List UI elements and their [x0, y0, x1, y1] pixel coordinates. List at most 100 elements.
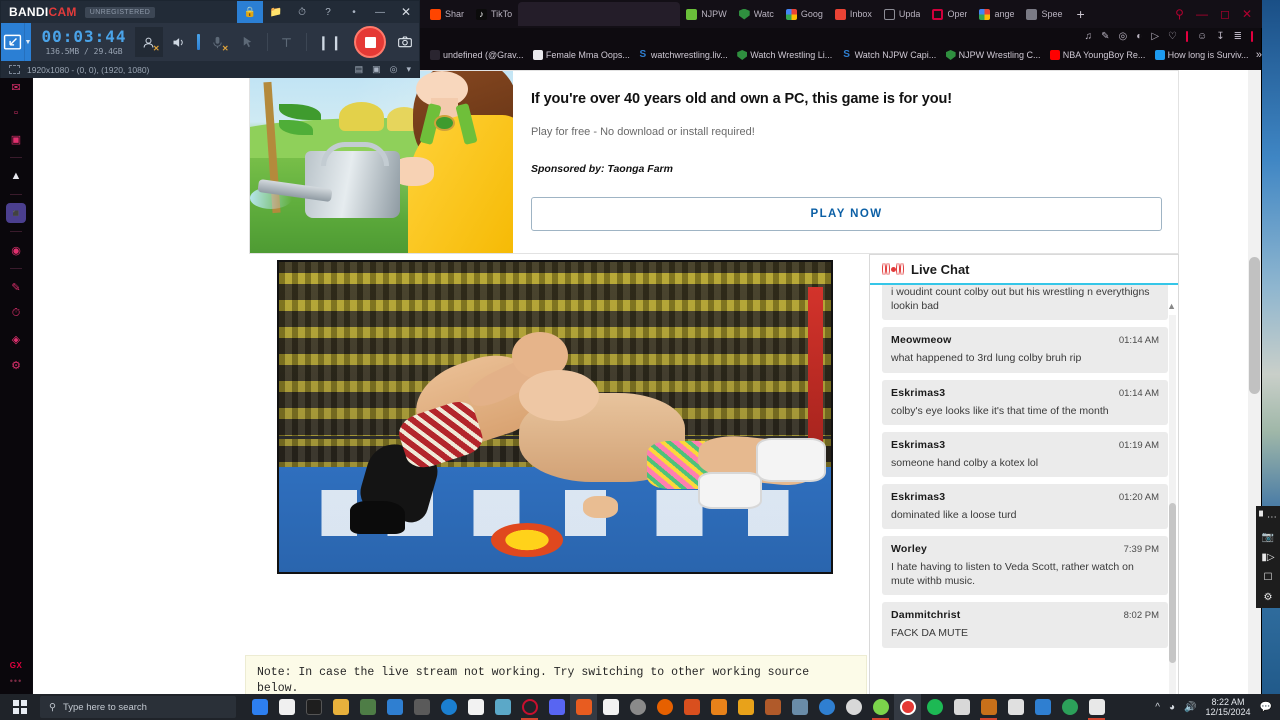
video-capture-icon[interactable]: ▤: [355, 64, 364, 75]
windows-start-icon[interactable]: [0, 694, 40, 720]
minimize-icon[interactable]: —: [367, 1, 393, 23]
sidebar-whatsapp-icon[interactable]: ▫: [6, 103, 26, 123]
profile-icon[interactable]: ☺: [1197, 31, 1207, 42]
bookmarks-overflow-button[interactable]: »: [1252, 49, 1262, 61]
taskbar-xsplit-icon[interactable]: [1002, 694, 1029, 720]
taskbar-photos-icon[interactable]: [381, 694, 408, 720]
taskbar-blue-app-icon[interactable]: [1029, 694, 1056, 720]
taskbar-firefox-icon[interactable]: [651, 694, 678, 720]
taskbar-notepad2-icon[interactable]: [597, 694, 624, 720]
window-select-icon[interactable]: ☐: [1260, 570, 1276, 584]
chat-scrollbar[interactable]: ▲: [1167, 301, 1176, 694]
advertisement-banner[interactable]: If you're over 40 years old and own a PC…: [249, 70, 1179, 254]
minimize-to-tray-icon[interactable]: •: [341, 1, 367, 23]
browser-tab-5[interactable]: Goog: [780, 2, 829, 26]
text-overlay-icon[interactable]: [273, 27, 301, 57]
taskbar-rockstar-icon[interactable]: [732, 694, 759, 720]
search-icon[interactable]: ⚲: [1175, 7, 1184, 21]
taskbar-brave-icon[interactable]: [624, 694, 651, 720]
bookmark-4[interactable]: S Watch NJPW Capi...: [836, 50, 940, 60]
sidebar-twitch-icon[interactable]: ▲: [6, 166, 26, 186]
maximize-icon[interactable]: ◻: [1220, 7, 1230, 21]
folder-icon[interactable]: 📁: [263, 1, 289, 23]
taskbar-vlc-icon[interactable]: [705, 694, 732, 720]
bookmark-2[interactable]: S watchwrestling.liv...: [632, 50, 731, 60]
bookmark-1[interactable]: Female Mma Oops...: [527, 50, 632, 60]
screenshot-camera-icon[interactable]: [391, 27, 419, 57]
taskbar-search-box[interactable]: ⚲ Type here to search: [40, 696, 236, 718]
taskbar-minecraft-icon[interactable]: [354, 694, 381, 720]
whatsapp-icon[interactable]: ♡: [1168, 31, 1177, 42]
expand-caret-icon[interactable]: ▾: [406, 64, 411, 75]
bookmark-6[interactable]: NBA YoungBoy Re...: [1044, 50, 1149, 60]
browser-tab-4[interactable]: Watc: [733, 2, 780, 26]
broadcast-icon[interactable]: ◎: [390, 64, 398, 75]
taskbar-settings-icon[interactable]: [840, 694, 867, 720]
speaker-icon[interactable]: [165, 27, 193, 57]
taskbar-audacity-icon[interactable]: [408, 694, 435, 720]
minimize-icon[interactable]: —: [1196, 7, 1208, 21]
taskbar-mail-icon[interactable]: [246, 694, 273, 720]
sidebar-settings-icon[interactable]: ⚙: [6, 355, 26, 375]
taskbar-edge-icon[interactable]: [813, 694, 840, 720]
instagram-icon[interactable]: ◎: [1119, 31, 1128, 42]
live-stream-video[interactable]: [277, 260, 833, 574]
screen-rectangle-mode-icon[interactable]: [1, 23, 24, 61]
taskbar-microsoft-store-icon[interactable]: [273, 694, 300, 720]
taskbar-spotify-small-icon[interactable]: [867, 694, 894, 720]
music-icon[interactable]: ♫: [1085, 31, 1093, 42]
taskbar-books-icon[interactable]: [489, 694, 516, 720]
screenshot-camera-icon[interactable]: 📷: [1260, 530, 1276, 544]
taskbar-game-icon[interactable]: [759, 694, 786, 720]
settings-gear-icon[interactable]: ⚙: [1260, 590, 1276, 604]
taskbar-eagle-icon[interactable]: [786, 694, 813, 720]
browser-tab-6[interactable]: Inbox: [829, 2, 878, 26]
taskbar-utorrent-icon[interactable]: [678, 694, 705, 720]
volume-icon[interactable]: 🔊: [1184, 702, 1196, 713]
bookmark-3[interactable]: Watch Wrestling Li...: [731, 50, 835, 60]
webcam-off-icon[interactable]: ✕: [134, 27, 163, 57]
sidebar-editor-icon[interactable]: ✎: [6, 277, 26, 297]
play-now-button[interactable]: PLAY NOW: [531, 197, 1162, 231]
pause-icon[interactable]: ❙❙: [312, 34, 349, 51]
taskbar-notepad-icon[interactable]: [462, 694, 489, 720]
chat-message-list[interactable]: i woudint count colby out but his wrestl…: [870, 285, 1178, 694]
bookmark-7[interactable]: How long is Surviv...: [1149, 50, 1252, 60]
image-capture-icon[interactable]: ▣: [372, 64, 381, 75]
camera-icon[interactable]: ◐: [1136, 31, 1142, 42]
browser-tab-10[interactable]: Spee: [1020, 2, 1068, 26]
browser-tab-8[interactable]: Oper: [926, 2, 973, 26]
close-icon[interactable]: ✕: [393, 1, 419, 23]
mouse-click-effect-icon[interactable]: [234, 27, 262, 57]
sidebar-discord-icon[interactable]: ◾: [6, 203, 26, 223]
taskbar-operagx-icon[interactable]: [570, 694, 597, 720]
sidebar-messenger-icon[interactable]: ✉: [6, 77, 26, 97]
show-hidden-icons-chevron[interactable]: ^: [1155, 702, 1160, 713]
page-scrollbar-thumb[interactable]: [1249, 257, 1260, 395]
record-stop-button[interactable]: [354, 26, 386, 58]
taskbar-game2-icon[interactable]: [975, 694, 1002, 720]
browser-tab-2-active[interactable]: [518, 2, 681, 26]
pin-icon[interactable]: ✎: [1101, 31, 1109, 42]
help-icon[interactable]: ?: [315, 1, 341, 23]
lock-icon[interactable]: 🔒: [237, 1, 263, 23]
browser-tab-3[interactable]: NJPW: [680, 2, 733, 26]
taskbar-discord-icon[interactable]: [543, 694, 570, 720]
sidebar-history-icon[interactable]: ⏱: [6, 303, 26, 323]
bookmark-0[interactable]: undefined (@Grav...: [424, 50, 527, 60]
taskbar-file-explorer-icon[interactable]: [327, 694, 354, 720]
taskbar-rs-icon[interactable]: [948, 694, 975, 720]
notifications-icon[interactable]: 💬: [1260, 702, 1272, 713]
taskbar-clock[interactable]: 8:22 AM 12/15/2024: [1206, 697, 1251, 718]
chevron-up-icon[interactable]: ▲: [1167, 301, 1176, 311]
clock-icon[interactable]: ⏱: [289, 1, 315, 23]
taskbar-opera-icon[interactable]: [516, 694, 543, 720]
video-record-icon[interactable]: ▮▷: [1260, 550, 1276, 564]
browser-tab-7[interactable]: Upda: [878, 2, 927, 26]
telegram-icon[interactable]: ▷: [1151, 31, 1159, 42]
taskbar-layers-icon[interactable]: [1056, 694, 1083, 720]
mode-dropdown-caret-icon[interactable]: ▼: [23, 23, 32, 61]
taskbar-spotify-icon[interactable]: [921, 694, 948, 720]
chat-scrollbar-thumb[interactable]: [1169, 503, 1176, 663]
sidebar-more-button[interactable]: •••: [10, 676, 22, 686]
